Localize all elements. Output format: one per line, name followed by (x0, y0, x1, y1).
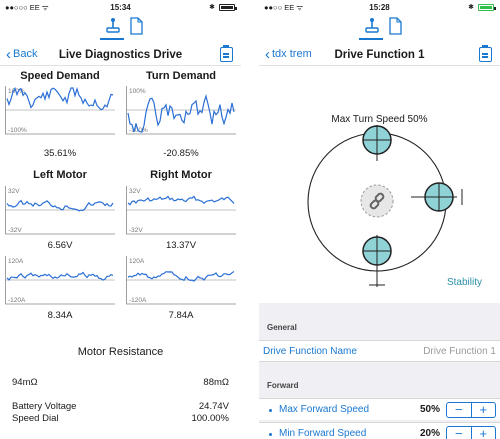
turn-demand-title: Turn Demand (145, 70, 217, 82)
back-button[interactable]: ‹ tdx trem (265, 45, 312, 63)
drive-function-screen: ●●○○ EE ᯤ 15:28 ✱ ‹ tdx trem Drive Funct… (259, 0, 500, 439)
left-motor-voltage-value: 6.56V (47, 240, 73, 251)
right-motor-voltage-graph: 32V -32V (126, 184, 236, 236)
turn-speed-handle[interactable] (411, 182, 463, 212)
battery-voltage-value: 24.74V (198, 401, 229, 412)
battery-icon (219, 4, 237, 11)
clipboard-icon[interactable] (479, 45, 492, 62)
bullet-icon (269, 433, 272, 436)
min-forward-speed-stepper: − + (446, 426, 496, 439)
graph-top-label: 120A (129, 258, 145, 265)
graph-trace (127, 270, 235, 282)
speed-demand-value: 35.61% (43, 148, 77, 159)
turn-demand-graph: 100% -100% (126, 84, 236, 136)
chevron-left-icon: ‹ (265, 45, 270, 63)
document-icon[interactable] (128, 17, 144, 35)
min-forward-speed-cell: Min Forward Speed 20% − + (259, 422, 500, 439)
graph-bottom-label: -120A (8, 297, 26, 304)
screen-gap (241, 0, 259, 439)
graph-bottom-label: -120A (129, 297, 147, 304)
graph-bottom-label: -100% (8, 127, 27, 134)
bluetooth-icon: ✱ (468, 4, 474, 11)
left-motor-title: Left Motor (33, 169, 87, 181)
general-section-header: General (267, 323, 297, 332)
motor-resistance-row: 94mΩ 88mΩ (12, 377, 229, 388)
left-motor-current-graph: 120A -120A (5, 254, 115, 306)
nav-bar: ‹ tdx trem Drive Function 1 (259, 44, 500, 66)
max-turn-speed-label: Max Turn Speed 50% (331, 114, 428, 125)
decrement-button[interactable]: − (447, 427, 472, 439)
right-motor-current-value: 7.84A (168, 310, 194, 321)
graph-trace (6, 199, 114, 212)
right-motor-resistance: 88mΩ (203, 377, 229, 388)
back-label: tdx trem (272, 48, 312, 60)
forward-section-header: Forward (267, 381, 299, 390)
min-forward-speed-label: Min Forward Speed (279, 428, 367, 439)
speed-dial-label: Speed Dial (12, 413, 59, 424)
bluetooth-icon: ✱ (209, 4, 215, 11)
drive-function-dial (307, 125, 463, 287)
left-motor-voltage-graph: 32V -32V (5, 184, 115, 236)
reverse-speed-handle[interactable] (362, 235, 392, 287)
graph-trace (127, 195, 235, 206)
graph-top-label: 32V (129, 188, 141, 195)
nav-bar: ‹ Back Live Diagnostics Drive (0, 44, 241, 66)
speed-demand-graph: 100% -100% (5, 84, 115, 136)
speed-demand-title: Speed Demand (20, 70, 100, 82)
drive-function-name-label: Drive Function Name (263, 346, 357, 357)
back-button[interactable]: ‹ Back (6, 45, 38, 63)
graph-trace (6, 271, 114, 281)
status-time: 15:34 (110, 3, 131, 12)
left-motor-current-value: 8.34A (47, 310, 73, 321)
live-diagnostics-screen: ●●○○○ EE ᯤ 15:34 ✱ ‹ Back Live Diagnosti… (0, 0, 241, 439)
max-forward-speed-cell: Max Forward Speed 50% − + (259, 398, 500, 420)
clipboard-icon[interactable] (220, 45, 233, 62)
left-motor-resistance: 94mΩ (12, 377, 38, 388)
battery-voltage-label: Battery Voltage (12, 401, 77, 412)
max-forward-speed-value: 50% (419, 404, 440, 415)
graph-top-label: 120A (8, 258, 24, 265)
motor-resistance-title: Motor Resistance (77, 346, 164, 358)
bullet-icon (269, 409, 272, 412)
graph-bottom-label: -32V (8, 227, 22, 234)
stability-link[interactable]: Stability (447, 277, 482, 288)
graph-top-label: 100% (129, 88, 146, 95)
right-motor-title: Right Motor (150, 169, 212, 181)
center-link-button[interactable] (360, 184, 394, 218)
joystick-icon[interactable] (364, 17, 380, 35)
forward-speed-handle[interactable] (362, 125, 392, 161)
drive-function-name-value: Drive Function 1 (423, 346, 496, 357)
right-motor-voltage-value: 13.37V (165, 240, 197, 251)
status-bar: ●●○○ EE ᯤ 15:28 ✱ (259, 0, 500, 14)
increment-button[interactable]: + (472, 403, 496, 417)
max-forward-speed-stepper: − + (446, 402, 496, 418)
max-forward-speed-label: Max Forward Speed (279, 404, 370, 415)
right-motor-current-graph: 120A -120A (126, 254, 236, 306)
joystick-icon[interactable] (105, 17, 121, 35)
battery-icon (478, 4, 496, 11)
drive-function-name-cell[interactable]: Drive Function Name Drive Function 1 (259, 340, 500, 362)
speed-dial-value: 100.00% (191, 413, 229, 424)
active-tab-indicator (100, 38, 124, 40)
document-icon[interactable] (387, 17, 403, 35)
graph-top-label: 32V (8, 188, 20, 195)
decrement-button[interactable]: − (447, 403, 472, 417)
back-label: Back (13, 48, 38, 60)
tab-bar (0, 15, 241, 43)
battery-row: Battery Voltage Speed Dial 24.74V 100.00… (12, 401, 229, 425)
status-bar: ●●○○○ EE ᯤ 15:34 ✱ (0, 0, 241, 14)
turn-demand-value: -20.85% (163, 148, 199, 159)
graph-bottom-label: -32V (129, 227, 143, 234)
graph-trace (127, 94, 235, 133)
min-forward-speed-value: 20% (419, 428, 440, 439)
increment-button[interactable]: + (472, 427, 496, 439)
chevron-left-icon: ‹ (6, 45, 11, 63)
active-tab-indicator (359, 38, 383, 40)
tab-bar (259, 15, 500, 43)
status-time: 15:28 (369, 3, 390, 12)
